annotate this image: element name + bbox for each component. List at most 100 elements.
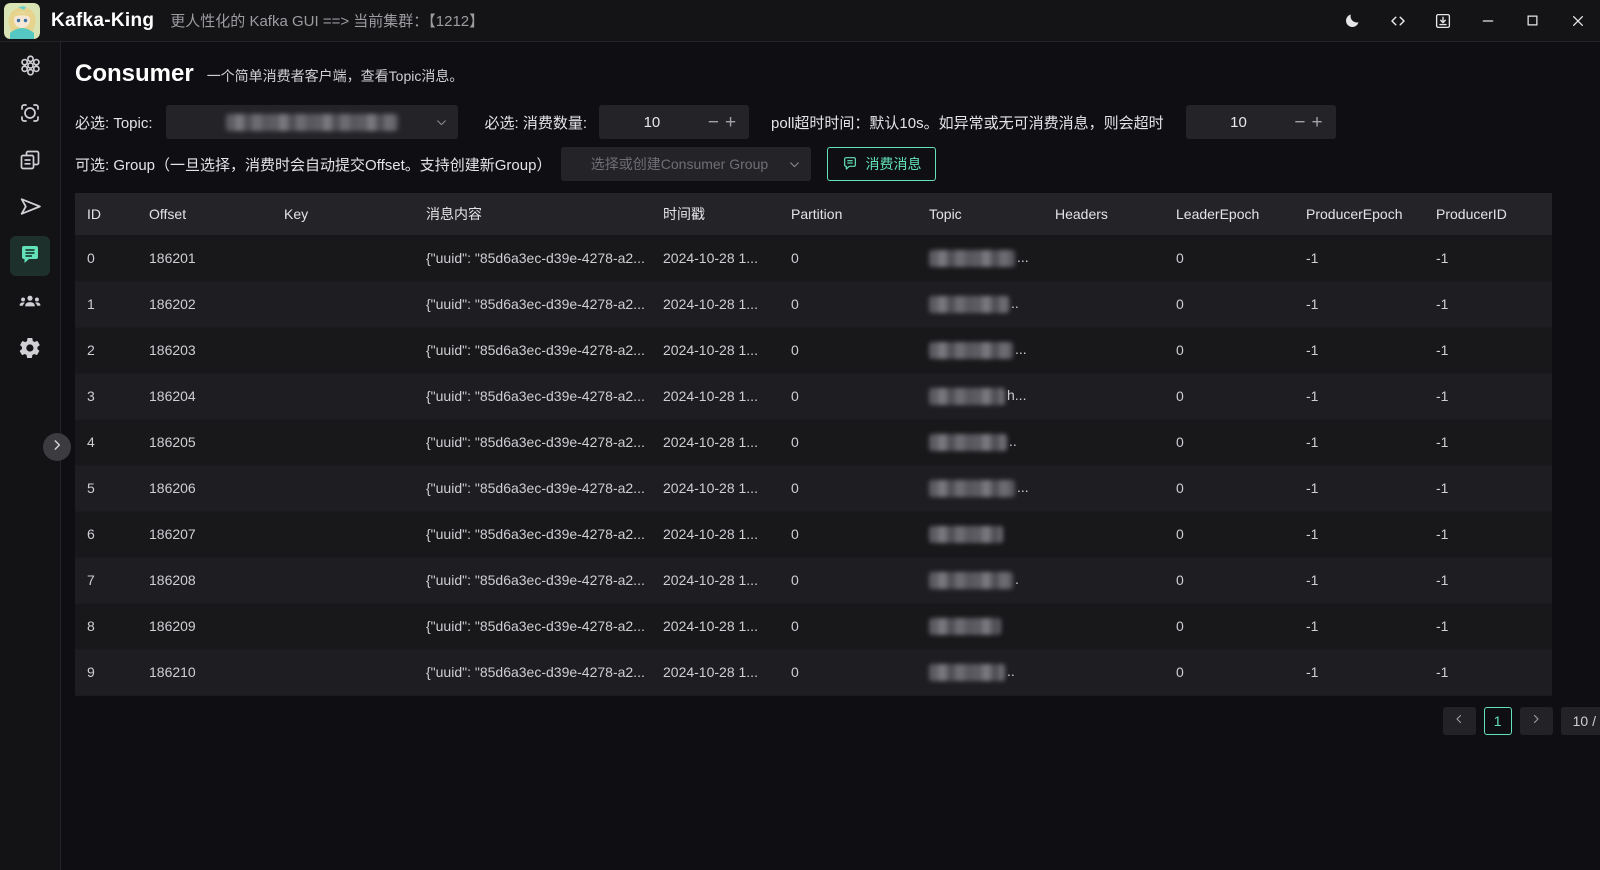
theme-moon-icon[interactable]	[1330, 0, 1375, 41]
table-row[interactable]: 0186201{"uuid": "85d6a3ec-d39e-4278-a2..…	[75, 235, 1552, 281]
cell-id: 7	[75, 557, 137, 603]
prev-page-button[interactable]	[1443, 707, 1476, 735]
cell-topic: ..	[917, 649, 1043, 695]
cell-producer-id: -1	[1424, 511, 1552, 557]
current-page-button[interactable]: 1	[1484, 707, 1512, 735]
cell-topic	[917, 603, 1043, 649]
group-select-placeholder: 选择或创建Consumer Group	[591, 154, 782, 174]
consumer-chat-icon	[18, 242, 42, 271]
close-icon[interactable]	[1555, 0, 1600, 41]
minus-button[interactable]: −	[1291, 113, 1308, 132]
sidebar-item-consumer[interactable]	[10, 236, 50, 276]
cell-key	[272, 419, 414, 465]
column-header: LeaderEpoch	[1164, 193, 1294, 235]
cell-leader-epoch: 0	[1164, 419, 1294, 465]
main-content: Consumer 一个简单消费者客户端，查看Topic消息。 必选: Topic…	[61, 42, 1600, 870]
cell-producer-epoch: -1	[1294, 649, 1424, 695]
minimize-icon[interactable]	[1465, 0, 1510, 41]
topic-suffix: h...	[1007, 387, 1026, 403]
cell-producer-id: -1	[1424, 465, 1552, 511]
table-row[interactable]: 4186205{"uuid": "85d6a3ec-d39e-4278-a2..…	[75, 419, 1552, 465]
cell-topic	[917, 511, 1043, 557]
cell-topic: ...	[917, 235, 1043, 281]
cell-producer-epoch: -1	[1294, 419, 1424, 465]
cell-timestamp: 2024-10-28 1...	[651, 327, 779, 373]
cell-message: {"uuid": "85d6a3ec-d39e-4278-a2...	[414, 603, 651, 649]
sidebar-item-cluster[interactable]	[10, 48, 50, 88]
cell-leader-epoch: 0	[1164, 603, 1294, 649]
import-download-icon[interactable]	[1420, 0, 1465, 41]
cell-timestamp: 2024-10-28 1...	[651, 649, 779, 695]
messages-table: IDOffsetKey消息内容时间戳PartitionTopicHeadersL…	[75, 193, 1552, 696]
table-row[interactable]: 3186204{"uuid": "85d6a3ec-d39e-4278-a2..…	[75, 373, 1552, 419]
cell-timestamp: 2024-10-28 1...	[651, 511, 779, 557]
cell-leader-epoch: 0	[1164, 511, 1294, 557]
cell-producer-id: -1	[1424, 419, 1552, 465]
cell-timestamp: 2024-10-28 1...	[651, 235, 779, 281]
poll-timeout-input[interactable]: 10 − +	[1186, 105, 1336, 139]
consume-button-label: 消费消息	[865, 154, 921, 174]
table-row[interactable]: 8186209{"uuid": "85d6a3ec-d39e-4278-a2..…	[75, 603, 1552, 649]
table-row[interactable]: 5186206{"uuid": "85d6a3ec-d39e-4278-a2..…	[75, 465, 1552, 511]
cell-offset: 186208	[137, 557, 272, 603]
group-label: 可选: Group（一旦选择，消费时会自动提交Offset。支持创建新Group…	[75, 154, 551, 175]
table-row[interactable]: 9186210{"uuid": "85d6a3ec-d39e-4278-a2..…	[75, 649, 1552, 695]
qty-label: 必选: 消费数量:	[485, 112, 588, 133]
sidebar-item-settings[interactable]	[10, 330, 50, 370]
page-title: Consumer	[75, 60, 194, 88]
table-row[interactable]: 6186207{"uuid": "85d6a3ec-d39e-4278-a2..…	[75, 511, 1552, 557]
topic-suffix: ..	[1009, 433, 1017, 449]
cell-headers	[1043, 649, 1164, 695]
cell-leader-epoch: 0	[1164, 557, 1294, 603]
monitor-scan-icon	[18, 101, 42, 130]
table-row[interactable]: 7186208{"uuid": "85d6a3ec-d39e-4278-a2..…	[75, 557, 1552, 603]
column-header: 时间戳	[651, 193, 779, 235]
table-head-row: IDOffsetKey消息内容时间戳PartitionTopicHeadersL…	[75, 193, 1552, 235]
cell-headers	[1043, 281, 1164, 327]
next-page-button[interactable]	[1520, 707, 1553, 735]
cell-message: {"uuid": "85d6a3ec-d39e-4278-a2...	[414, 419, 651, 465]
cell-partition: 0	[779, 235, 917, 281]
topic-suffix: ...	[1015, 341, 1027, 357]
cell-topic: h...	[917, 373, 1043, 419]
cell-key	[272, 465, 414, 511]
maximize-icon[interactable]	[1510, 0, 1555, 41]
cell-timestamp: 2024-10-28 1...	[651, 419, 779, 465]
plus-button[interactable]: +	[722, 113, 739, 132]
cell-message: {"uuid": "85d6a3ec-d39e-4278-a2...	[414, 465, 651, 511]
sidebar-item-groups[interactable]	[10, 283, 50, 323]
cell-timestamp: 2024-10-28 1...	[651, 603, 779, 649]
redacted-topic-value	[929, 250, 1015, 267]
topic-select[interactable]	[166, 105, 458, 139]
sidebar-item-monitor[interactable]	[10, 95, 50, 135]
plus-button[interactable]: +	[1308, 113, 1325, 132]
cell-headers	[1043, 419, 1164, 465]
topic-suffix: ...	[1017, 249, 1029, 265]
cell-producer-epoch: -1	[1294, 235, 1424, 281]
cell-key	[272, 327, 414, 373]
column-header: Partition	[779, 193, 917, 235]
cell-producer-id: -1	[1424, 603, 1552, 649]
sidebar-item-producer[interactable]	[10, 189, 50, 229]
cell-topic: ..	[917, 281, 1043, 327]
topics-docs-icon	[18, 148, 42, 177]
sidebar-expand-button[interactable]	[43, 433, 71, 461]
consume-messages-button[interactable]: 消费消息	[827, 147, 936, 181]
cell-key	[272, 281, 414, 327]
cell-offset: 186209	[137, 603, 272, 649]
cell-topic: ..	[917, 419, 1043, 465]
minus-button[interactable]: −	[705, 113, 722, 132]
group-select[interactable]: 选择或创建Consumer Group	[561, 147, 811, 181]
cell-headers	[1043, 465, 1164, 511]
page-size-select[interactable]: 10 / page	[1561, 707, 1600, 735]
cell-timestamp: 2024-10-28 1...	[651, 557, 779, 603]
table-row[interactable]: 2186203{"uuid": "85d6a3ec-d39e-4278-a2..…	[75, 327, 1552, 373]
cell-producer-epoch: -1	[1294, 557, 1424, 603]
cell-producer-epoch: -1	[1294, 465, 1424, 511]
qty-input[interactable]: 10 − +	[599, 105, 749, 139]
table-row[interactable]: 1186202{"uuid": "85d6a3ec-d39e-4278-a2..…	[75, 281, 1552, 327]
column-header: Offset	[137, 193, 272, 235]
devtools-code-icon[interactable]	[1375, 0, 1420, 41]
redacted-topic-value	[929, 664, 1005, 681]
sidebar-item-topics[interactable]	[10, 142, 50, 182]
